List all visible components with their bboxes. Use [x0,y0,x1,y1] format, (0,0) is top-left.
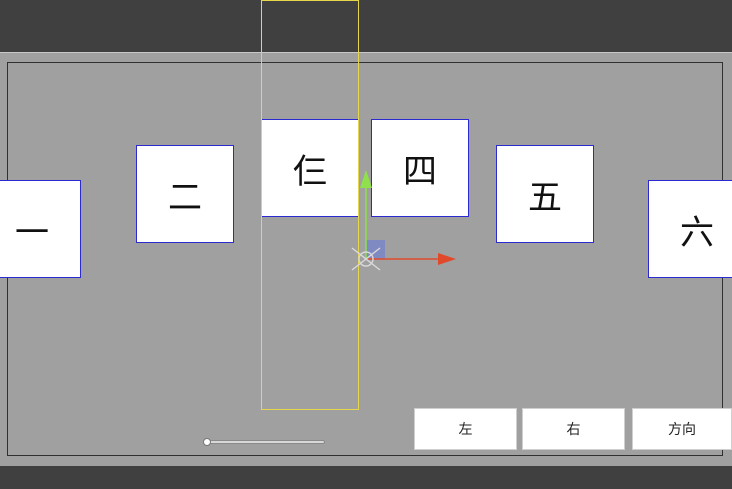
card-3[interactable]: 仨 [261,119,359,217]
right-button-label: 右 [566,422,581,438]
slider-handle[interactable] [203,438,211,446]
left-button[interactable]: 左 [414,408,517,450]
card-label: 仨 [293,151,327,192]
card-label: 四 [403,151,437,192]
direction-button[interactable]: 方向 [632,408,732,450]
slider-track[interactable] [205,440,325,444]
bottom-toolbar [0,466,732,489]
card-4[interactable]: 四 [371,119,469,217]
card-label: 六 [680,212,714,253]
card-2[interactable]: 二 [136,145,234,243]
slider[interactable] [203,437,325,447]
direction-button-label: 方向 [668,422,696,438]
canvas-frame [7,62,723,456]
card-label: 一 [15,212,49,253]
card-6[interactable]: 六 [648,180,732,278]
card-label: 五 [528,177,562,218]
top-toolbar [0,0,732,52]
card-5[interactable]: 五 [496,145,594,243]
card-1[interactable]: 一 [0,180,81,278]
right-button[interactable]: 右 [522,408,625,450]
card-label: 二 [168,177,202,218]
left-button-label: 左 [458,422,473,438]
